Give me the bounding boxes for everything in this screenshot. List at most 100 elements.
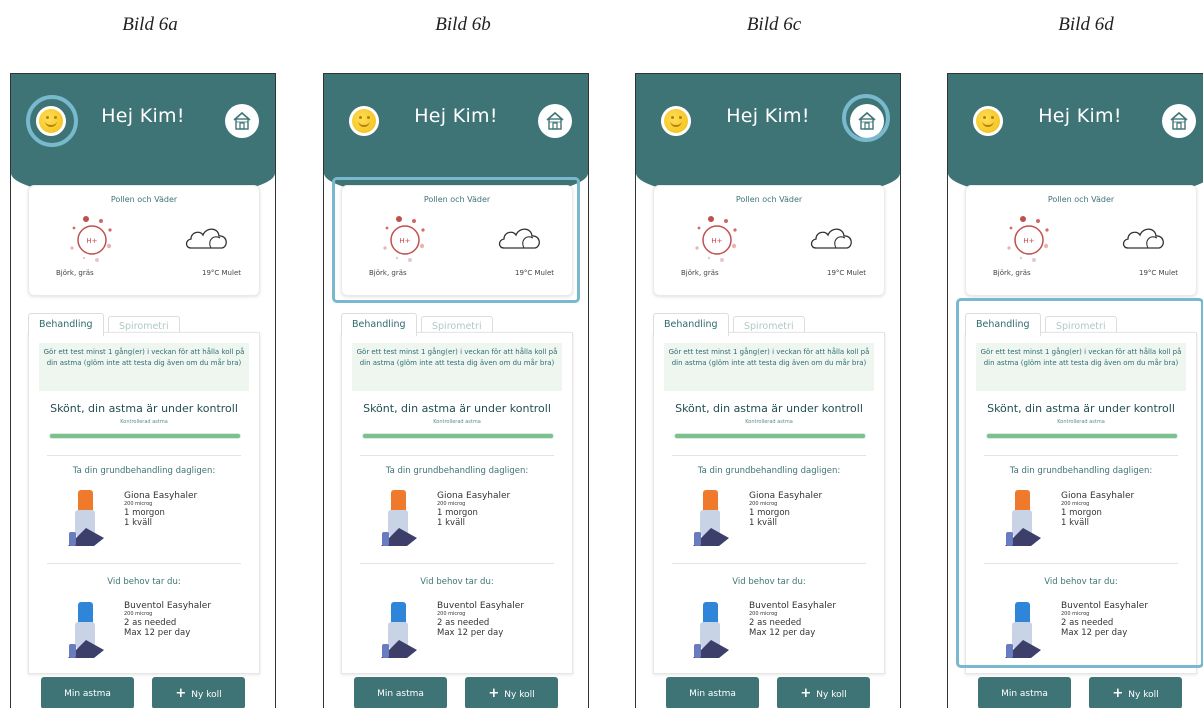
ny-koll-button[interactable]: + Ny koll bbox=[465, 677, 558, 708]
home-button[interactable] bbox=[225, 104, 259, 138]
highlight-frame bbox=[332, 177, 580, 303]
asthma-status: Skönt, din astma är under kontroll bbox=[50, 402, 238, 415]
plus-icon: + bbox=[488, 686, 500, 701]
control-level-bar bbox=[49, 433, 241, 439]
daily-med-dose: 200 microg bbox=[749, 501, 778, 507]
daily-med-line1: 1 morgon bbox=[437, 508, 478, 518]
ny-koll-button[interactable]: + Ny koll bbox=[152, 677, 245, 708]
asthma-status-sub: Kontrollerad astma bbox=[745, 419, 793, 425]
asthma-status: Skönt, din astma är under kontroll bbox=[363, 402, 551, 415]
divider bbox=[672, 455, 866, 456]
asneeded-med-line1: 2 as needed bbox=[749, 618, 802, 628]
inhaler-orange-icon bbox=[68, 490, 104, 546]
divider bbox=[672, 563, 866, 564]
min-astma-button[interactable]: Min astma bbox=[354, 677, 447, 708]
asthma-status: Skönt, din astma är under kontroll bbox=[675, 402, 863, 415]
ny-koll-button[interactable]: + Ny koll bbox=[777, 677, 870, 708]
asneeded-med-line1: 2 as needed bbox=[124, 618, 177, 628]
asneeded-med-name: Buventol Easyhaler bbox=[437, 601, 525, 611]
min-astma-button[interactable]: Min astma bbox=[666, 677, 759, 708]
divider bbox=[47, 563, 241, 564]
inhaler-orange-icon bbox=[693, 490, 729, 546]
divider bbox=[47, 455, 241, 456]
control-level-bar bbox=[362, 433, 554, 439]
control-level-bar bbox=[674, 433, 866, 439]
treatment-card: Gör ett test minst 1 gång(er) i veckan f… bbox=[28, 332, 260, 674]
pollen-icon: H+ bbox=[70, 216, 112, 262]
plus-icon: + bbox=[175, 686, 187, 701]
inhaler-blue-icon bbox=[381, 602, 417, 658]
home-button[interactable] bbox=[1162, 104, 1196, 138]
asneeded-med-name: Buventol Easyhaler bbox=[124, 601, 212, 611]
home-icon bbox=[546, 111, 564, 130]
treatment-card: Gör ett test minst 1 gång(er) i veckan f… bbox=[653, 332, 885, 674]
min-astma-button[interactable]: Min astma bbox=[978, 677, 1071, 708]
pollen-weather-card[interactable]: Pollen och Väder H+ Björk, gräs 19°C Mul… bbox=[653, 185, 885, 296]
cloud-icon bbox=[810, 228, 852, 249]
asneeded-title: Vid behov tar du: bbox=[420, 577, 494, 587]
asneeded-med-dose: 200 microg bbox=[437, 611, 466, 617]
inhaler-blue-icon bbox=[68, 602, 104, 658]
home-button[interactable] bbox=[538, 104, 572, 138]
asneeded-med-info: Buventol Easyhaler 200 microg 2 as neede… bbox=[749, 601, 836, 638]
figure-caption: Bild 6c bbox=[746, 14, 802, 35]
weather-card-title: Pollen och Väder bbox=[1047, 195, 1115, 204]
ny-koll-button[interactable]: + Ny koll bbox=[1089, 677, 1182, 708]
phone-screen: Hej Kim! Pollen och Väder H+ Björk, gräs… bbox=[635, 73, 901, 708]
control-level-fill bbox=[50, 434, 240, 438]
asneeded-med-line2: Max 12 per day bbox=[437, 628, 504, 638]
divider bbox=[360, 455, 554, 456]
daily-med-line1: 1 morgon bbox=[124, 508, 165, 518]
asneeded-med-info: Buventol Easyhaler 200 microg 2 as neede… bbox=[437, 601, 524, 638]
cloud-icon bbox=[185, 228, 227, 249]
daily-med-line2: 1 kväll bbox=[124, 518, 152, 528]
inhaler-orange-icon bbox=[381, 490, 417, 546]
tab-behandling[interactable]: Behandling bbox=[653, 313, 729, 336]
pollen-level-text: H+ bbox=[1023, 237, 1034, 245]
phone-screen: Hej Kim! Pollen och Väder H+ Björk, gräs… bbox=[10, 73, 276, 708]
ny-koll-label: Ny koll bbox=[816, 690, 847, 700]
ny-koll-label: Ny koll bbox=[1128, 690, 1159, 700]
test-reminder-notice: Gör ett test minst 1 gång(er) i veckan f… bbox=[664, 343, 874, 391]
pollen-weather-card[interactable]: Pollen och Väder H+ Björk, gräs 19°C Mul… bbox=[965, 185, 1197, 296]
daily-med-name: Giona Easyhaler bbox=[124, 491, 198, 501]
weather-card-title: Pollen och Väder bbox=[735, 195, 803, 204]
daily-med-info: Giona Easyhaler 200 microg 1 morgon 1 kv… bbox=[437, 491, 510, 528]
pollen-level-text: H+ bbox=[86, 237, 97, 245]
daily-treatment-title: Ta din grundbehandling dagligen: bbox=[385, 466, 529, 476]
weather-label: 19°C Mulet bbox=[1139, 269, 1178, 277]
daily-med-line1: 1 morgon bbox=[749, 508, 790, 518]
figure-caption: Bild 6d bbox=[1058, 14, 1114, 35]
highlight-ring bbox=[842, 94, 890, 142]
daily-med-dose: 200 microg bbox=[437, 501, 466, 507]
asneeded-title: Vid behov tar du: bbox=[107, 577, 181, 587]
tab-behandling[interactable]: Behandling bbox=[28, 313, 104, 336]
phone-screen: Hej Kim! Pollen och Väder H+ Björk, gräs… bbox=[323, 73, 589, 708]
test-reminder-notice: Gör ett test minst 1 gång(er) i veckan f… bbox=[39, 343, 249, 391]
daily-med-name: Giona Easyhaler bbox=[437, 491, 511, 501]
asneeded-med-dose: 200 microg bbox=[749, 611, 778, 617]
plus-icon: + bbox=[1112, 686, 1124, 701]
pollen-icon: H+ bbox=[1007, 216, 1049, 262]
figure-caption: Bild 6a bbox=[122, 14, 178, 35]
asneeded-med-name: Buventol Easyhaler bbox=[749, 601, 837, 611]
pollen-label: Björk, gräs bbox=[56, 269, 94, 277]
pollen-weather-card[interactable]: Pollen och Väder H+ Björk, gräs 19°C Mul… bbox=[28, 185, 260, 296]
plus-icon: + bbox=[800, 686, 812, 701]
test-reminder-notice: Gör ett test minst 1 gång(er) i veckan f… bbox=[352, 343, 562, 391]
phone-screen: Hej Kim! Pollen och Väder H+ Björk, gräs… bbox=[947, 73, 1203, 708]
asthma-status-sub: Kontrollerad astma bbox=[433, 419, 481, 425]
treatment-card: Gör ett test minst 1 gång(er) i veckan f… bbox=[341, 332, 573, 674]
asneeded-med-line2: Max 12 per day bbox=[124, 628, 191, 638]
asneeded-title: Vid behov tar du: bbox=[732, 577, 806, 587]
min-astma-button[interactable]: Min astma bbox=[41, 677, 134, 708]
highlight-ring bbox=[26, 95, 78, 147]
tab-behandling[interactable]: Behandling bbox=[965, 313, 1041, 336]
daily-med-info: Giona Easyhaler 200 microg 1 morgon 1 kv… bbox=[124, 491, 197, 528]
tab-behandling[interactable]: Behandling bbox=[341, 313, 417, 336]
weather-label: 19°C Mulet bbox=[202, 269, 241, 277]
asneeded-med-info: Buventol Easyhaler 200 microg 2 as neede… bbox=[124, 601, 211, 638]
asthma-status-sub: Kontrollerad astma bbox=[120, 419, 168, 425]
daily-med-line2: 1 kväll bbox=[437, 518, 465, 528]
asneeded-med-dose: 200 microg bbox=[124, 611, 153, 617]
